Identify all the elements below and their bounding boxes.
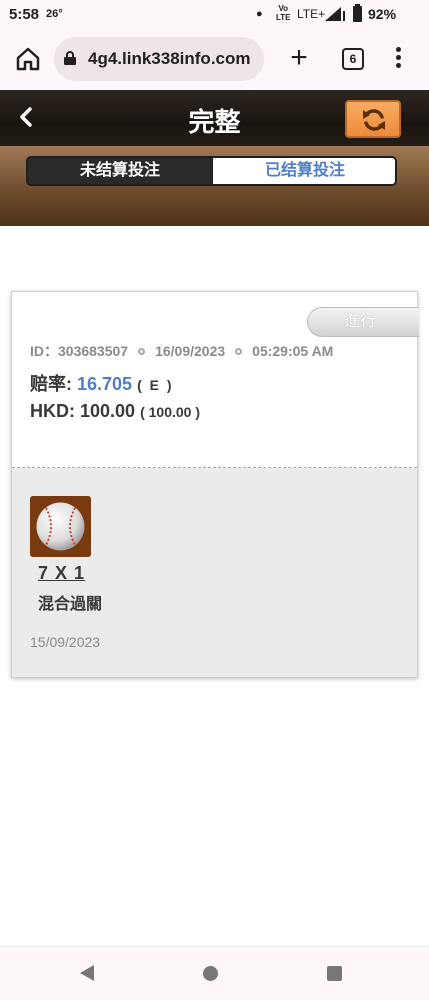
app-header: 完整 (0, 90, 429, 146)
odds-line: 赔率: 16.705 ( E ) (30, 370, 174, 396)
bet-date: 16/09/2023 (155, 343, 226, 359)
menu-dot-icon (395, 55, 401, 60)
event-date: 15/09/2023 (30, 634, 101, 650)
stake-line: HKD: 100.00 ( 100.00 ) (30, 401, 200, 422)
bet-tabs-area: 未结算投注 已结算投注 (0, 146, 429, 226)
menu-dot-icon (395, 63, 401, 68)
home-icon[interactable] (14, 45, 42, 73)
odds-type: ( E ) (137, 377, 174, 393)
tab-unsettled-bets[interactable]: 未结算投注 (28, 158, 212, 184)
stake-value: 100.00 (80, 401, 136, 421)
address-bar[interactable]: 4g4.link338info.com (54, 37, 264, 81)
odds-value: 16.705 (77, 374, 133, 394)
bet-time: 05:29:05 AM (252, 343, 334, 359)
nav-back-icon[interactable] (78, 964, 96, 982)
separator-dot-icon (235, 348, 243, 356)
bet-detail: 7 X 1 混合過關 15/09/2023 (12, 468, 417, 677)
new-tab-button[interactable]: + (284, 43, 314, 74)
bet-tabs: 未结算投注 已结算投注 (26, 156, 397, 186)
stake-paren: ( 100.00 ) (140, 404, 201, 420)
battery-percent: 92% (368, 6, 397, 22)
url-text: 4g4.link338info.com (88, 49, 251, 68)
status-badge: 進行 (307, 307, 419, 337)
menu-dot-icon (395, 47, 401, 52)
browser-menu-button[interactable] (390, 44, 406, 74)
battery-icon (353, 4, 362, 22)
nav-home-icon[interactable] (203, 966, 218, 981)
tab-switcher-button[interactable]: 6 (342, 48, 364, 70)
refresh-icon (363, 109, 385, 131)
nav-recents-icon[interactable] (327, 966, 342, 981)
lock-icon (64, 51, 76, 65)
bet-type: 混合過關 (38, 596, 103, 613)
tab-settled-bets[interactable]: 已结算投注 (213, 158, 395, 184)
page: 5:58 26° ● Vo LTE LTE+ 92% 4g4.link338inf… (0, 0, 429, 1000)
combo-link[interactable]: 7 X 1 (38, 563, 85, 584)
status-temperature: 26° (46, 8, 63, 20)
system-nav-bar (0, 946, 429, 1000)
stake-label: HKD: (30, 401, 75, 421)
bet-meta: ID：303683507 16/09/2023 05:29:05 AM (30, 341, 333, 361)
separator-dot-icon (138, 348, 146, 356)
browser-toolbar: 4g4.link338info.com + 6 (0, 30, 429, 90)
bet-id-label: ID： (30, 343, 58, 359)
baseball-icon (30, 496, 91, 557)
status-bar: 5:58 26° ● Vo LTE LTE+ 92% (0, 0, 429, 30)
refresh-button[interactable] (345, 100, 401, 138)
bet-id: 303683507 (58, 343, 129, 359)
status-time: 5:58 (9, 6, 40, 23)
volte-icon: Vo LTE (276, 4, 291, 22)
odds-label: 赔率: (30, 374, 72, 394)
signal-icon (325, 7, 345, 21)
notification-dot-icon: ● (256, 8, 263, 20)
status-network: LTE+ (297, 7, 326, 21)
bet-card[interactable]: 進行 ID：303683507 16/09/2023 05:29:05 AM 赔率:… (11, 291, 419, 678)
